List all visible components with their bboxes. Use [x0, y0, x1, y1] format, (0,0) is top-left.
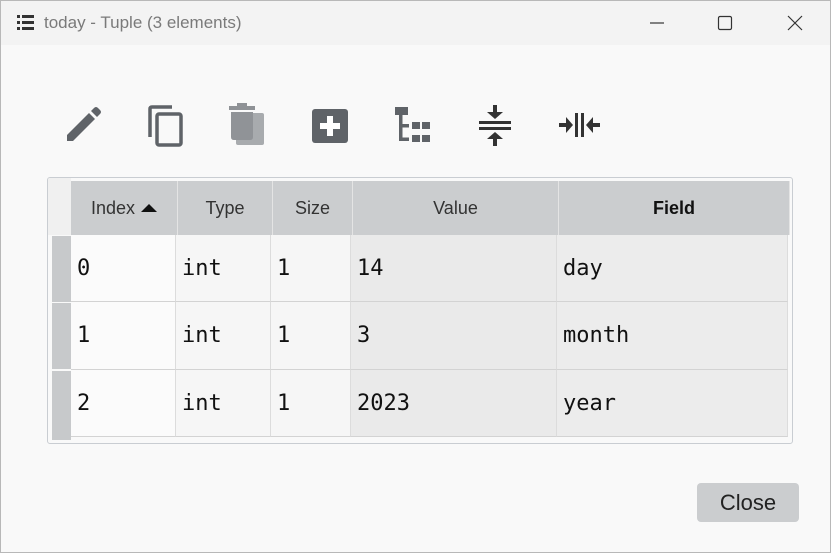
cell-text: 1	[277, 390, 291, 416]
column-header-size[interactable]: Size	[273, 181, 353, 235]
maximize-button[interactable]	[702, 1, 748, 45]
table-cell-field[interactable]: month	[557, 302, 788, 370]
column-header-label: Field	[652, 197, 695, 218]
cell-text: 2	[77, 390, 91, 416]
table-cell-value[interactable]: 2023	[351, 370, 557, 437]
collapse-horizontal-icon	[559, 113, 600, 137]
close-icon	[787, 15, 803, 31]
collapse-rows-button[interactable]	[473, 103, 517, 147]
row-header[interactable]	[52, 303, 71, 369]
cell-text: 1	[77, 323, 91, 348]
cell-text: month	[563, 323, 630, 348]
cell-text: int	[182, 255, 222, 281]
row-header[interactable]	[52, 236, 71, 302]
tree-button[interactable]	[391, 103, 435, 147]
table-cell-value[interactable]: 14	[351, 235, 557, 302]
tuple-editor-window: today - Tuple (3 elements) Index Type Si…	[0, 0, 831, 553]
delete-button[interactable]	[224, 103, 268, 147]
table-cell-type[interactable]: int	[176, 235, 271, 302]
table-cell-type[interactable]: int	[176, 370, 271, 437]
table-cell-size[interactable]: 1	[271, 302, 351, 370]
minimize-icon	[650, 22, 664, 24]
close-button[interactable]: Close	[697, 483, 799, 522]
table-cell-field[interactable]: day	[557, 235, 788, 302]
cell-text: 14	[357, 255, 384, 281]
elements-table: Index Type Size Value Field 0 int 1 14 d…	[47, 177, 793, 444]
minimize-button[interactable]	[634, 1, 680, 45]
copy-button[interactable]	[142, 103, 186, 147]
table-cell-index[interactable]: 2	[71, 370, 176, 437]
column-header-label: Size	[294, 197, 330, 218]
column-header-value[interactable]: Value	[353, 181, 559, 235]
cell-text: 1	[277, 323, 291, 348]
maximize-icon	[717, 15, 733, 31]
cell-text: int	[182, 390, 222, 416]
edit-icon	[67, 107, 101, 141]
window-close-button[interactable]	[772, 1, 818, 45]
cell-text: 1	[277, 255, 291, 281]
window-title: today - Tuple (3 elements)	[44, 13, 242, 32]
table-corner	[48, 178, 71, 235]
column-header-label: Type	[205, 197, 245, 218]
collapse-columns-button[interactable]	[557, 103, 601, 147]
table-cell-size[interactable]: 1	[271, 370, 351, 437]
table-cell-value[interactable]: 3	[351, 302, 557, 370]
column-header-label: Index	[90, 197, 136, 218]
table-cell-size[interactable]: 1	[271, 235, 351, 302]
sort-ascending-icon	[141, 204, 158, 212]
edit-button[interactable]	[61, 103, 105, 147]
collapse-vertical-icon	[479, 105, 511, 146]
cell-text: 0	[77, 255, 91, 281]
column-header-label: Value	[433, 197, 478, 218]
tree-icon	[395, 107, 430, 142]
delete-icon	[229, 103, 264, 145]
table-cell-field[interactable]: year	[557, 370, 788, 437]
column-header-field[interactable]: Field	[559, 181, 790, 235]
table-cell-type[interactable]: int	[176, 302, 271, 370]
insert-icon	[312, 109, 348, 143]
cell-text: year	[563, 390, 616, 416]
row-header[interactable]	[52, 371, 71, 440]
cell-text: 3	[357, 323, 371, 348]
copy-icon	[148, 105, 183, 147]
cell-text: int	[182, 323, 222, 348]
table-cell-index[interactable]: 0	[71, 235, 176, 302]
title-bar[interactable]: today - Tuple (3 elements)	[1, 1, 830, 45]
table-icon	[17, 15, 34, 30]
table-cell-index[interactable]: 1	[71, 302, 176, 370]
cell-text: day	[563, 255, 603, 281]
column-header-index[interactable]: Index	[71, 181, 178, 235]
column-header-type[interactable]: Type	[178, 181, 273, 235]
insert-button[interactable]	[308, 103, 352, 147]
cell-text: 2023	[357, 390, 410, 416]
